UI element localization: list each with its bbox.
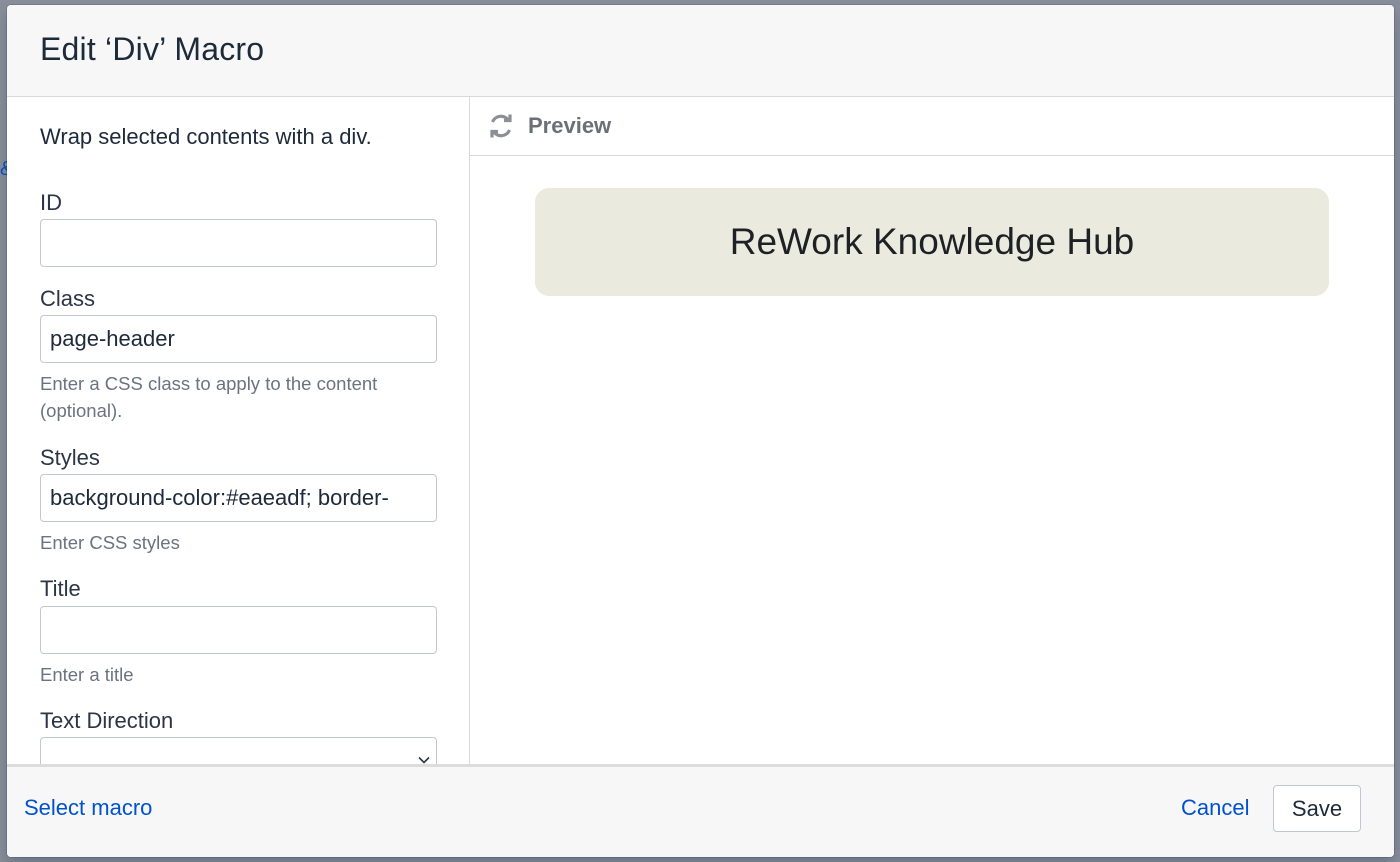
text-direction-label: Text Direction: [40, 708, 173, 734]
preview-label: Preview: [528, 113, 611, 139]
dialog-title: Edit ‘Div’ Macro: [40, 31, 264, 68]
cancel-button[interactable]: Cancel: [1181, 795, 1249, 821]
styles-help-text: Enter CSS styles: [40, 529, 437, 556]
chevron-down-icon: [418, 754, 430, 764]
select-macro-link[interactable]: Select macro: [24, 795, 152, 821]
preview-banner: ReWork Knowledge Hub: [535, 188, 1329, 296]
macro-description: Wrap selected contents with a div.: [40, 124, 372, 150]
class-label: Class: [40, 286, 95, 312]
styles-input[interactable]: [40, 474, 437, 522]
preview-header[interactable]: Preview: [470, 97, 1394, 156]
title-help-text: Enter a title: [40, 661, 437, 688]
id-input[interactable]: [40, 219, 437, 267]
dialog-header: Edit ‘Div’ Macro: [7, 5, 1394, 97]
title-label: Title: [40, 576, 81, 602]
save-button[interactable]: Save: [1273, 785, 1361, 832]
class-input[interactable]: [40, 315, 437, 363]
text-direction-select[interactable]: [40, 737, 437, 764]
macro-parameters-panel[interactable]: Wrap selected contents with a div. ID Cl…: [7, 97, 470, 764]
class-help-text: Enter a CSS class to apply to the conten…: [40, 370, 437, 424]
dialog-footer: Select macro Cancel Save: [7, 764, 1394, 857]
preview-panel: Preview ReWork Knowledge Hub: [470, 97, 1394, 764]
title-input[interactable]: [40, 606, 437, 654]
refresh-icon[interactable]: [488, 112, 514, 140]
edit-macro-dialog: Edit ‘Div’ Macro Wrap selected contents …: [7, 5, 1394, 857]
styles-label: Styles: [40, 445, 100, 471]
id-label: ID: [40, 190, 62, 216]
